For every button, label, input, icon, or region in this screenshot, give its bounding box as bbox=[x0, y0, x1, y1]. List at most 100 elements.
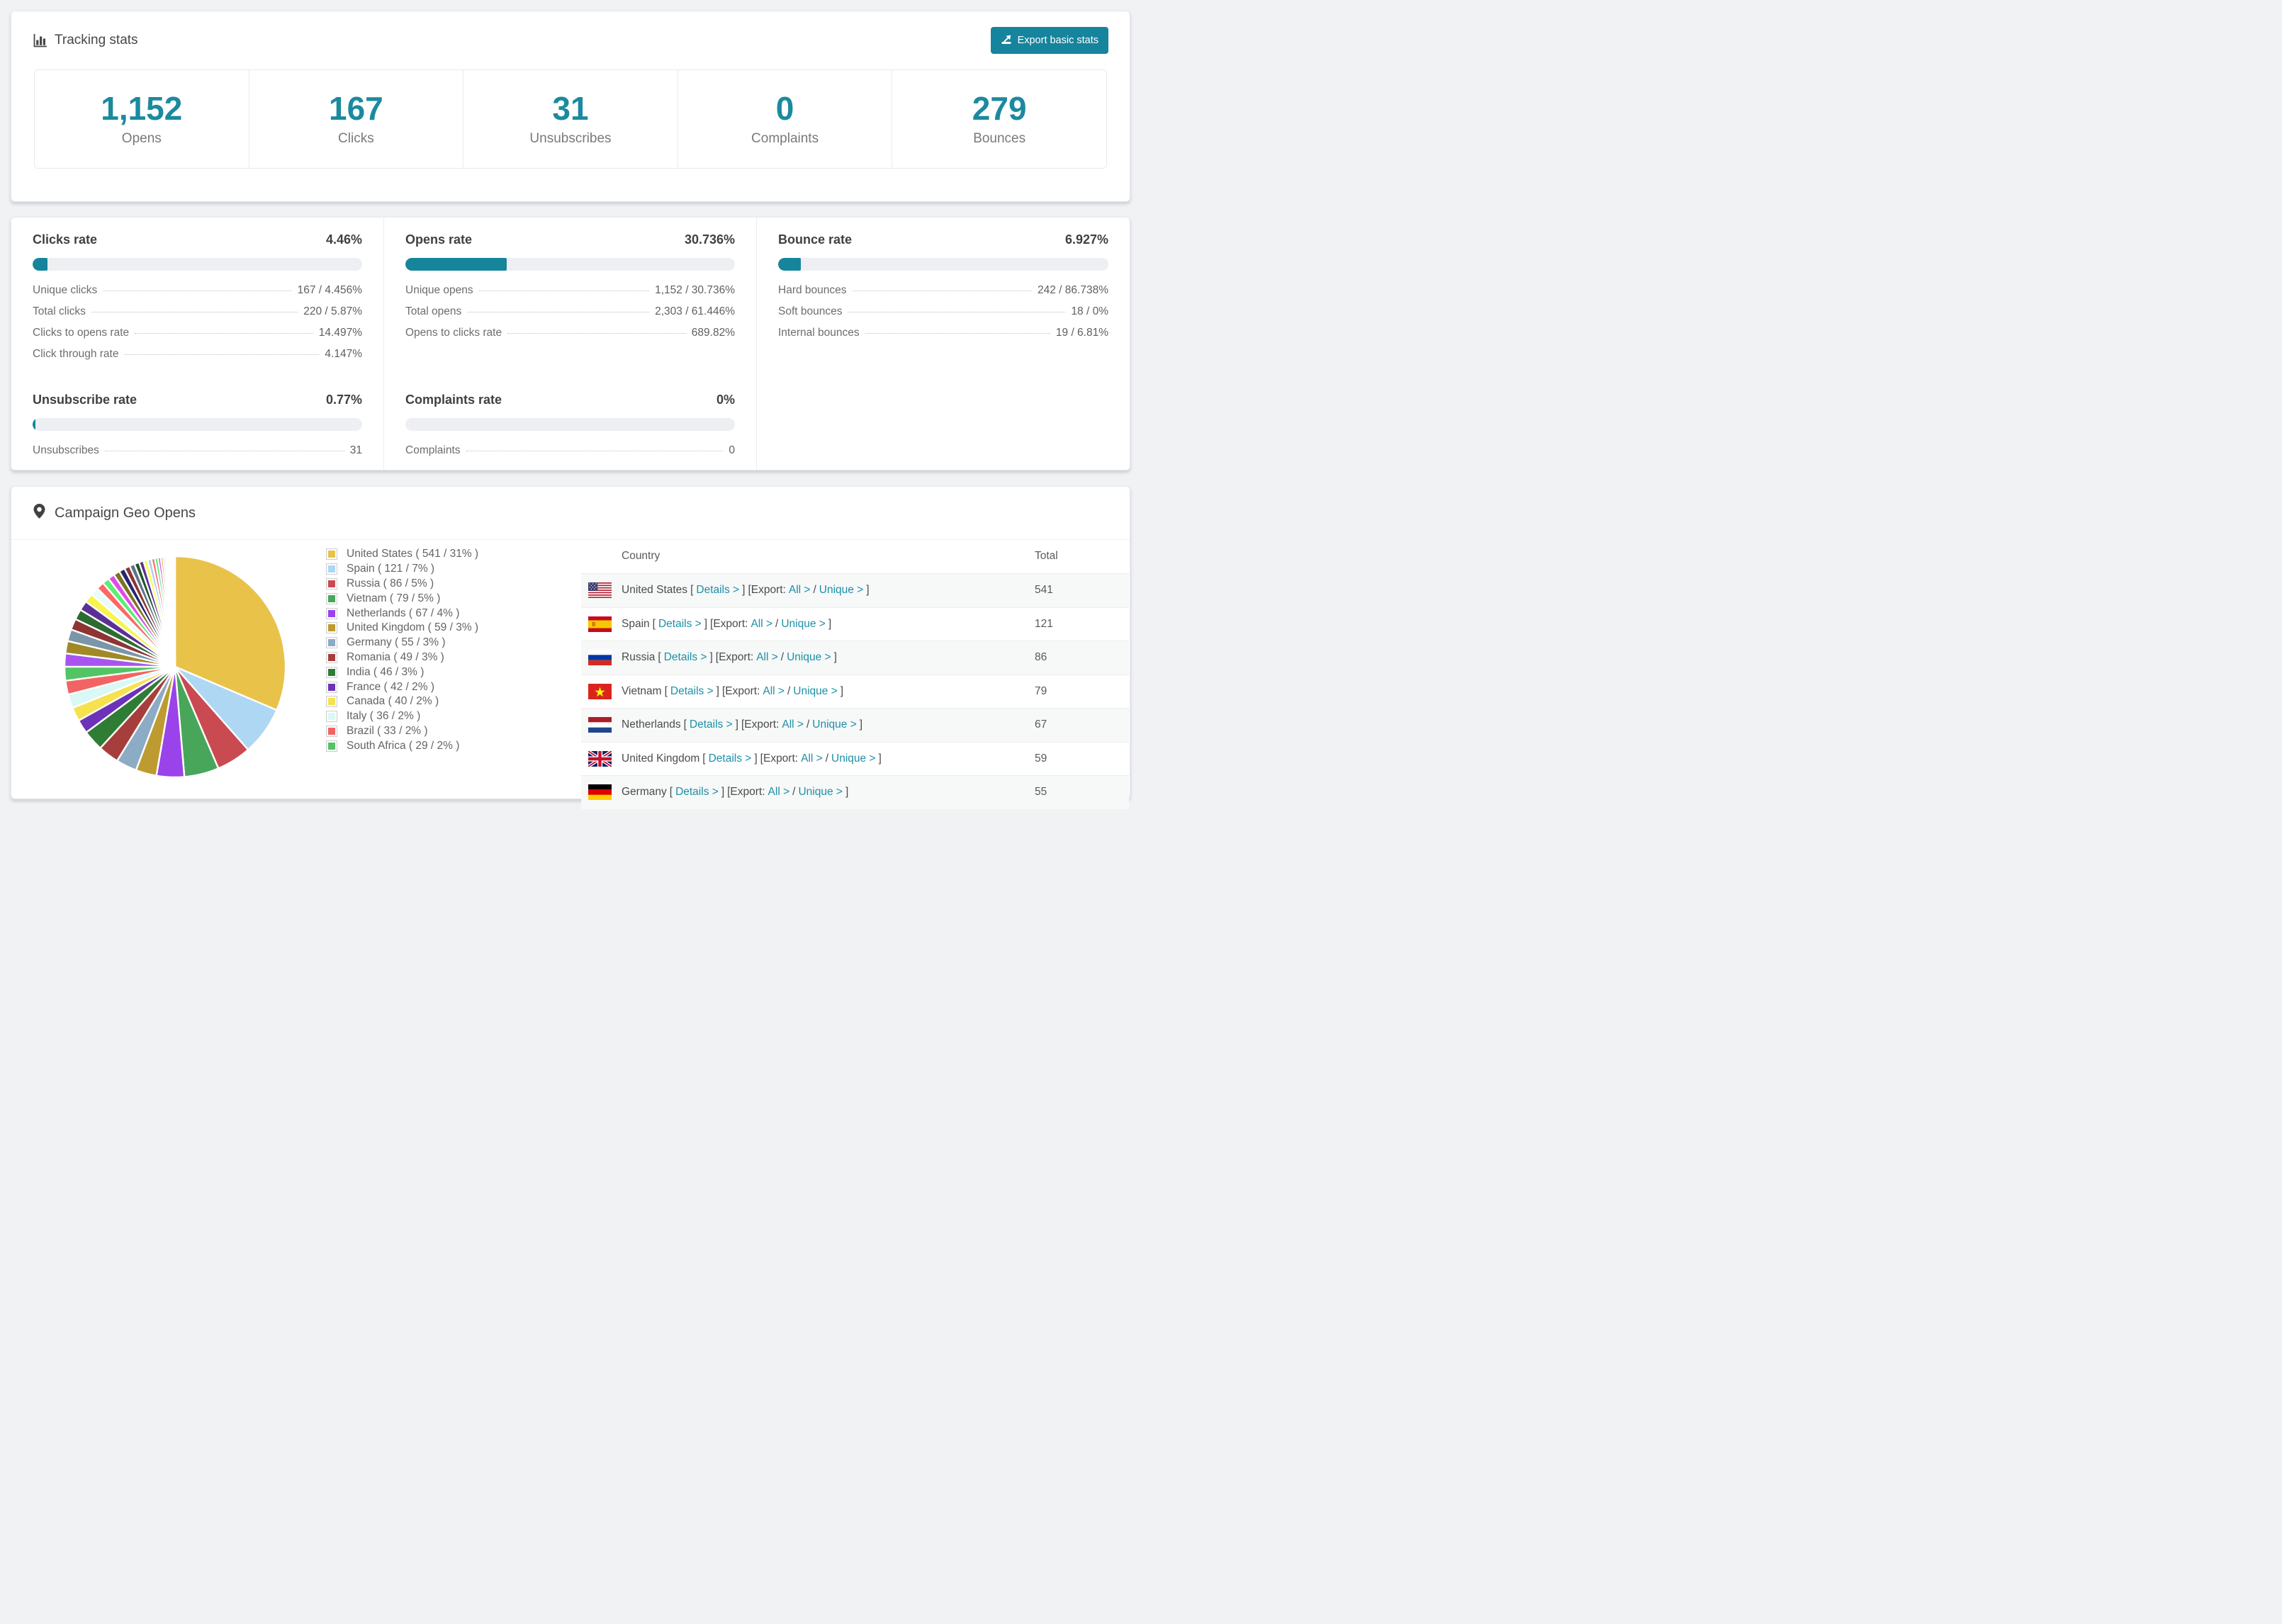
details-link[interactable]: Details > bbox=[690, 718, 733, 731]
total-cell: 67 bbox=[1035, 718, 1047, 731]
legend-swatch bbox=[326, 577, 337, 590]
export-unique-link[interactable]: Unique > bbox=[798, 786, 842, 798]
rate-block: Bounce rate 6.927% Hard bounces 242 / 86.73… bbox=[757, 218, 1130, 374]
country-table-row: Netherlands[Details >] [Export: All > / Uniq… bbox=[581, 708, 1129, 742]
stat-value: 31 bbox=[552, 90, 589, 128]
export-all-link[interactable]: All > bbox=[756, 651, 778, 663]
bracket: [ bbox=[683, 718, 687, 731]
details-link[interactable]: Details > bbox=[675, 786, 719, 798]
legend-swatch bbox=[326, 622, 337, 634]
legend-item: Italy ( 36 / 2% ) bbox=[326, 709, 478, 724]
rate-item-value: 689.82% bbox=[691, 327, 735, 339]
legend-label: Germany ( 55 / 3% ) bbox=[347, 636, 446, 649]
export-all-link[interactable]: All > bbox=[789, 584, 811, 596]
nl-flag-icon bbox=[588, 717, 612, 733]
rate-title: Complaints rate bbox=[405, 392, 502, 407]
export-icon bbox=[1001, 33, 1012, 47]
export-all-link[interactable]: All > bbox=[763, 685, 785, 697]
legend-item: Vietnam ( 79 / 5% ) bbox=[326, 591, 478, 606]
legend-swatch bbox=[326, 711, 337, 723]
export-unique-link[interactable]: Unique > bbox=[793, 685, 837, 697]
export-unique-link[interactable]: Unique > bbox=[787, 651, 831, 663]
ru-flag-icon bbox=[588, 650, 612, 666]
export-unique-link[interactable]: Unique > bbox=[781, 618, 825, 630]
bracket: ] bbox=[704, 617, 708, 630]
country-cell: Netherlands[Details >] [Export: All > / Uniq… bbox=[622, 718, 1035, 731]
rate-item-label: Total opens bbox=[405, 305, 462, 317]
rate-progress-bar bbox=[33, 258, 362, 271]
legend-label: Russia ( 86 / 5% ) bbox=[347, 577, 434, 590]
legend-item: United States ( 541 / 31% ) bbox=[326, 547, 478, 562]
de-flag-icon bbox=[588, 784, 612, 801]
bracket: [ bbox=[664, 684, 668, 697]
country-cell: Russia[Details >] [Export: All > / Unique >] bbox=[622, 651, 1035, 664]
rate-item-label: Unsubscribes bbox=[33, 444, 99, 456]
rate-item-value: 2,303 / 61.446% bbox=[655, 305, 735, 317]
pie-slice-other bbox=[174, 555, 176, 668]
summary-stats-box: 1,152 Opens 167 Clicks 31 Unsubscribes 0 Compla… bbox=[34, 69, 1107, 169]
slash: / bbox=[787, 684, 791, 697]
rate-item-value: 220 / 5.87% bbox=[303, 305, 362, 317]
rate-list-item: Total clicks 220 / 5.87% bbox=[33, 305, 362, 318]
details-link[interactable]: Details > bbox=[670, 685, 714, 697]
export-all-link[interactable]: All > bbox=[782, 718, 804, 731]
country-name: Spain bbox=[622, 617, 650, 630]
legend-swatch bbox=[326, 637, 337, 649]
dotted-leader bbox=[124, 354, 320, 355]
details-link[interactable]: Details > bbox=[696, 584, 739, 596]
legend-label: Romania ( 49 / 3% ) bbox=[347, 650, 444, 663]
export-label: [Export: bbox=[727, 786, 765, 799]
export-basic-stats-button[interactable]: Export basic stats bbox=[990, 27, 1108, 54]
rate-value: 30.736% bbox=[684, 232, 735, 247]
total-cell: 59 bbox=[1035, 752, 1047, 765]
rate-list-item: Total opens 2,303 / 61.446% bbox=[405, 305, 735, 318]
rate-item-value: 14.497% bbox=[318, 327, 362, 339]
bracket: ] bbox=[859, 718, 863, 731]
dotted-leader bbox=[135, 333, 313, 334]
export-all-link[interactable]: All > bbox=[801, 752, 823, 765]
es-flag-icon bbox=[588, 616, 612, 632]
country-name: Germany bbox=[622, 786, 667, 799]
rate-list-item: Opens to clicks rate 689.82% bbox=[405, 327, 735, 339]
rate-list-item: Unsubscribes 31 bbox=[33, 444, 362, 457]
country-cell: Vietnam[Details >] [Export: All > / Unique >… bbox=[622, 685, 1035, 698]
legend-item: United Kingdom ( 59 / 3% ) bbox=[326, 621, 478, 636]
legend-swatch bbox=[326, 696, 337, 708]
rate-list-item: Unique opens 1,152 / 30.736% bbox=[405, 284, 735, 297]
dashboard-page: Tracking stats Export basic stats 1,152 O… bbox=[0, 0, 1141, 812]
export-button-label: Export basic stats bbox=[1017, 35, 1098, 46]
rates-panel: Clicks rate 4.46% Unique clicks 167 / 4.456… bbox=[11, 217, 1130, 470]
rate-item-label: Click through rate bbox=[33, 348, 119, 360]
export-all-link[interactable]: All > bbox=[768, 786, 790, 798]
rate-item-value: 19 / 6.81% bbox=[1055, 327, 1108, 339]
export-unique-link[interactable]: Unique > bbox=[819, 584, 863, 596]
legend-item: India ( 46 / 3% ) bbox=[326, 665, 478, 680]
rate-item-value: 18 / 0% bbox=[1071, 305, 1108, 317]
legend-item: Netherlands ( 67 / 4% ) bbox=[326, 606, 478, 621]
rate-item-label: Opens to clicks rate bbox=[405, 327, 502, 339]
legend-label: Vietnam ( 79 / 5% ) bbox=[347, 592, 441, 604]
bracket: ] bbox=[845, 786, 849, 799]
export-unique-link[interactable]: Unique > bbox=[812, 718, 856, 731]
details-link[interactable]: Details > bbox=[709, 752, 752, 765]
table-header-row: Country Total bbox=[581, 539, 1129, 573]
country-table-row: United Kingdom[Details >] [Export: All > / U… bbox=[581, 741, 1129, 776]
details-link[interactable]: Details > bbox=[658, 618, 702, 630]
column-header-country: Country bbox=[622, 550, 661, 562]
export-unique-link[interactable]: Unique > bbox=[831, 752, 875, 765]
rate-progress-bar bbox=[405, 258, 735, 271]
rate-list-item: Unique clicks 167 / 4.456% bbox=[33, 284, 362, 297]
total-cell: 86 bbox=[1035, 651, 1047, 664]
rate-item-value: 1,152 / 30.736% bbox=[655, 284, 735, 296]
rate-progress-fill bbox=[405, 258, 507, 271]
rate-list-item: Soft bounces 18 / 0% bbox=[778, 305, 1108, 318]
export-all-link[interactable]: All > bbox=[751, 618, 772, 630]
details-link[interactable]: Details > bbox=[664, 651, 707, 663]
legend-label: United States ( 541 / 31% ) bbox=[347, 548, 479, 560]
stat-label: Clicks bbox=[338, 130, 374, 146]
legend-item: Romania ( 49 / 3% ) bbox=[326, 650, 478, 665]
rate-progress-fill bbox=[33, 417, 35, 431]
rate-progress-bar bbox=[33, 417, 362, 431]
rate-progress-bar bbox=[778, 258, 1108, 271]
empty-cell bbox=[757, 374, 1130, 470]
